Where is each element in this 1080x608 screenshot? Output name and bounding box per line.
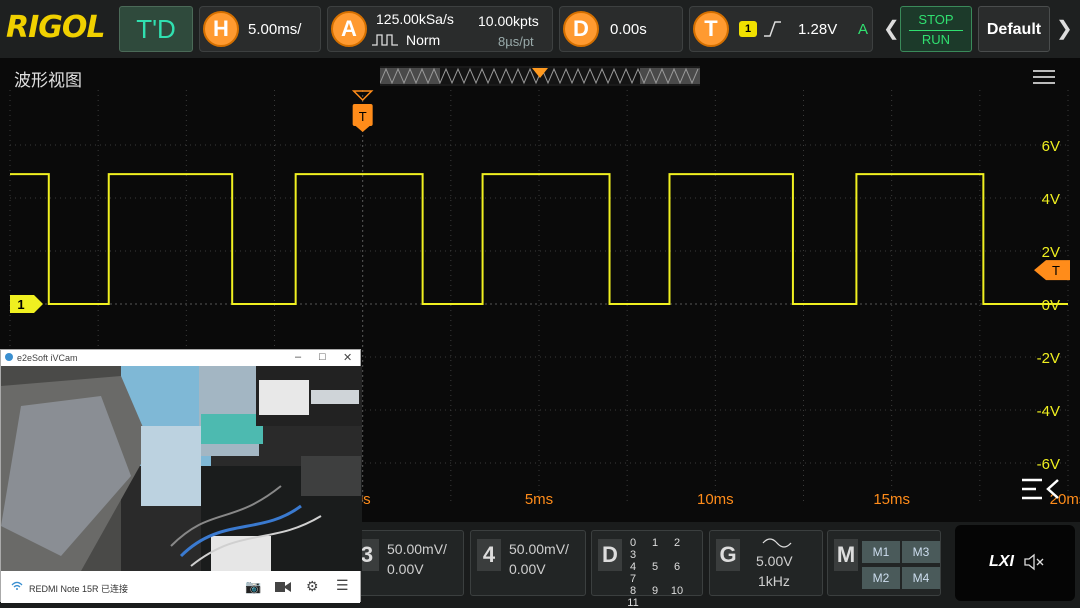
gear-icon[interactable]: ⚙	[306, 578, 319, 595]
horizontal-key: H	[203, 11, 239, 47]
generator-panel[interactable]: G 5.00V 1kHz	[709, 530, 823, 596]
webcam-feed	[1, 366, 362, 571]
generator-key: G	[716, 539, 740, 571]
top-status-bar: RIGOL T'D H 5.00ms/ A 125.00kSa/s 10.00k…	[0, 0, 1080, 58]
hamburger-menu-icon[interactable]: ☰	[336, 577, 349, 594]
brand-logo: RIGOL	[6, 10, 106, 45]
acquire-panel[interactable]: A 125.00kSa/s 10.00kpts Norm 8µs/pt	[327, 6, 553, 52]
sine-wave-icon	[762, 538, 792, 548]
webcam-status: REDMI Note 15R 已连接	[29, 584, 129, 594]
run-stop-button[interactable]: STOP RUN	[900, 6, 972, 52]
maximize-icon[interactable]: □	[319, 351, 326, 363]
speaker-muted-icon[interactable]	[1023, 553, 1045, 571]
memory-depth: 10.00kpts	[478, 13, 539, 29]
y-tick-label: -2V	[1037, 350, 1060, 367]
trigger-mode: A	[858, 21, 869, 38]
delay-value: 0.00s	[610, 21, 647, 38]
y-tick-label: -6V	[1037, 456, 1060, 473]
digital-channel-grid: 0123 4567 891011 12131415	[627, 537, 684, 608]
stop-label: STOP	[918, 12, 954, 27]
generator-frequency: 1kHz	[758, 573, 790, 589]
ch1-trace	[10, 173, 1068, 305]
app-icon	[5, 353, 13, 361]
ch4-scale: 50.00mV/	[509, 541, 569, 557]
y-tick-label: 2V	[1042, 244, 1060, 261]
webcam-titlebar[interactable]: e2eSoft iVCam – □ ✕	[1, 350, 360, 366]
camera-icon[interactable]: 📷	[245, 579, 261, 595]
trigger-time-marker-tip	[355, 126, 370, 132]
trigger-level-label: T	[1052, 263, 1060, 278]
y-tick-label: 0V	[1042, 297, 1060, 314]
math-panel[interactable]: M M1 M3 M2 M4	[827, 530, 941, 596]
x-tick-label: 15ms	[873, 491, 910, 508]
delay-panel[interactable]: D 0.00s	[559, 6, 683, 52]
x-tick-label: 5ms	[525, 491, 553, 508]
ch3-scale: 50.00mV/	[387, 541, 447, 557]
lxi-logo: LXI	[989, 553, 1014, 570]
view-title: 波形视图	[14, 71, 82, 90]
math-m1[interactable]: M1	[862, 541, 900, 563]
math-m4[interactable]: M4	[902, 567, 940, 589]
ch4-offset: 0.00V	[509, 561, 546, 577]
default-button[interactable]: Default	[978, 6, 1050, 52]
timebase-value: 5.00ms/	[248, 21, 302, 38]
trigger-channel-badge: 1	[739, 21, 757, 37]
oscilloscope-screen: RIGOL T'D H 5.00ms/ A 125.00kSa/s 10.00k…	[0, 0, 1080, 608]
menu-icon[interactable]	[1033, 70, 1055, 86]
video-icon[interactable]	[275, 581, 291, 593]
webcam-window[interactable]: e2eSoft iVCam – □ ✕ REDMI Note 15R 已连接 📷…	[0, 349, 362, 603]
trigger-panel[interactable]: T 1 1.28V A	[689, 6, 873, 52]
series-1-line	[10, 173, 1068, 305]
x-tick-label: 10ms	[697, 491, 734, 508]
trigger-marker-label: T	[359, 109, 367, 124]
run-label: RUN	[921, 32, 951, 47]
acquire-mode: Norm	[406, 32, 441, 48]
close-icon[interactable]: ✕	[343, 351, 352, 364]
digital-key: D	[598, 539, 622, 571]
digital-panel[interactable]: D 0123 4567 891011 12131415	[591, 530, 703, 608]
y-tick-label: 6V	[1042, 138, 1060, 155]
math-m3[interactable]: M3	[902, 541, 940, 563]
ch3-panel[interactable]: 3 50.00mV/ 0.00V	[348, 530, 464, 596]
divider	[909, 30, 963, 31]
lxi-status[interactable]: LXI	[955, 525, 1075, 601]
math-key: M	[834, 539, 858, 571]
acquire-key: A	[331, 11, 367, 47]
trigger-level: 1.28V	[798, 21, 838, 38]
ch4-panel[interactable]: 4 50.00mV/ 0.00V	[470, 530, 586, 596]
ch3-offset: 0.00V	[387, 561, 424, 577]
rising-edge-icon	[764, 21, 781, 37]
y-axis-labels: 6V 4V 2V 0V -2V -4V -6V	[1037, 138, 1060, 473]
delay-key: D	[563, 11, 599, 47]
ch1-ground-marker	[10, 295, 43, 313]
memory-nav-strip[interactable]	[380, 66, 700, 86]
time-resolution: 8µs/pt	[498, 34, 534, 49]
ch1-marker-label: 1	[17, 297, 24, 312]
y-tick-label: -4V	[1037, 403, 1060, 420]
chevron-right-icon[interactable]: ❯	[1056, 16, 1073, 41]
y-tick-label: 4V	[1042, 191, 1060, 208]
chevron-left-icon[interactable]: ❮	[883, 16, 900, 41]
horizontal-panel[interactable]: H 5.00ms/	[199, 6, 321, 52]
timebase-mode-button[interactable]: T'D	[119, 6, 193, 52]
webcam-title: e2eSoft iVCam	[17, 353, 78, 363]
generator-amplitude: 5.00V	[756, 553, 793, 569]
minimize-icon[interactable]: –	[295, 351, 301, 363]
trigger-key: T	[693, 11, 729, 47]
wifi-icon	[11, 581, 23, 590]
math-m2[interactable]: M2	[862, 567, 900, 589]
webcam-statusbar: REDMI Note 15R 已连接 📷 ⚙ ☰	[1, 571, 360, 603]
pulse-icon	[372, 34, 398, 46]
ch4-number: 4	[477, 539, 501, 571]
sample-rate: 125.00kSa/s	[376, 11, 454, 27]
